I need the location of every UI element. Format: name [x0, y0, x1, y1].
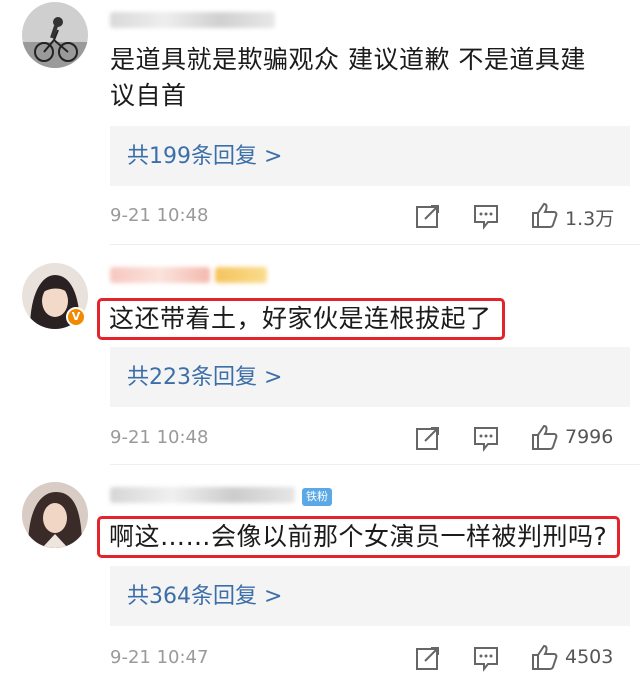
thumbs-up-icon[interactable] — [530, 423, 558, 451]
avatar[interactable] — [22, 2, 88, 68]
username-blurred[interactable] — [110, 267, 210, 283]
user-tag-blurred — [215, 267, 267, 283]
username-blurred[interactable] — [110, 12, 275, 28]
thumbs-up-icon[interactable] — [530, 643, 558, 671]
comment-text-line: 议自首 — [110, 81, 187, 110]
reply-count-link[interactable]: 共199条回复 > — [127, 138, 282, 170]
comment-item: 铁粉 啊这……会像以前那个女演员一样被判刑吗? 共364条回复 > 9-21 1… — [0, 465, 640, 675]
avatar[interactable] — [22, 482, 88, 548]
reply-summary[interactable]: 共364条回复 > — [110, 566, 630, 626]
comment-text: 啊这……会像以前那个女演员一样被判刑吗? — [97, 516, 621, 558]
comment-text: 这还带着土，好家伙是连根拔起了 — [97, 298, 505, 340]
like-count: 7996 — [565, 426, 614, 448]
timestamp: 9-21 10:48 — [110, 205, 209, 226]
reply-count-link[interactable]: 共364条回复 > — [127, 578, 282, 610]
reply-summary[interactable]: 共199条回复 > — [110, 126, 630, 186]
timestamp: 9-21 10:48 — [110, 427, 209, 448]
share-icon[interactable] — [414, 202, 442, 230]
share-icon[interactable] — [414, 424, 442, 452]
comment-icon[interactable] — [472, 424, 500, 452]
comment-item: V 这还带着土，好家伙是连根拔起了 共223条回复 > 9-21 10:48 7… — [0, 245, 640, 465]
timestamp: 9-21 10:47 — [110, 647, 209, 668]
comment-icon[interactable] — [472, 644, 500, 672]
comment-text-line: 是道具就是欺骗观众 建议道歉 不是道具建 — [110, 45, 586, 74]
username-blurred[interactable] — [110, 487, 295, 503]
fan-tag: 铁粉 — [302, 488, 332, 506]
comment-text: 是道具就是欺骗观众 建议道歉 不是道具建 议自首 — [110, 42, 610, 114]
like-count: 1.3万 — [565, 208, 615, 230]
thumbs-up-icon[interactable] — [530, 201, 558, 229]
comment-icon[interactable] — [472, 202, 500, 230]
like-count: 4503 — [565, 646, 614, 668]
verified-badge: V — [66, 307, 86, 327]
reply-count-link[interactable]: 共223条回复 > — [127, 359, 282, 391]
comment-item: 是道具就是欺骗观众 建议道歉 不是道具建 议自首 共199条回复 > 9-21 … — [0, 0, 640, 245]
share-icon[interactable] — [414, 644, 442, 672]
reply-summary[interactable]: 共223条回复 > — [110, 347, 630, 407]
